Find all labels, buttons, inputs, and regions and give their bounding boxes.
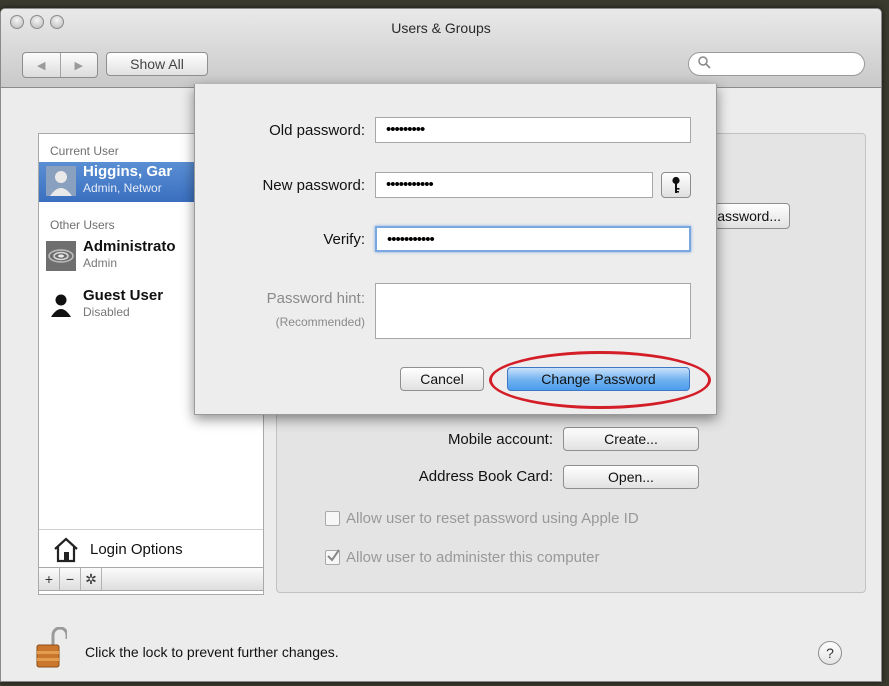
user-silhouette-icon: [46, 166, 76, 196]
back-button[interactable]: ◀: [23, 53, 61, 77]
old-password-value: •••••••••: [386, 121, 425, 138]
new-password-field[interactable]: •••••••••••: [375, 172, 653, 198]
add-user-button[interactable]: +: [39, 568, 60, 590]
show-all-button[interactable]: Show All: [106, 52, 208, 76]
administer-checkbox[interactable]: [325, 549, 340, 565]
verify-label: Verify:: [323, 231, 365, 248]
old-password-label: Old password:: [269, 122, 365, 139]
reset-apple-id-checkbox[interactable]: [325, 511, 340, 526]
user-name: Guest User: [83, 287, 164, 304]
search-icon: [698, 56, 711, 72]
highlight-annotation-ring: [489, 351, 711, 409]
reset-apple-id-label: Allow user to reset password using Apple…: [346, 510, 639, 527]
lock-instructions: Click the lock to prevent further change…: [85, 644, 339, 660]
login-options-item[interactable]: Login Options: [39, 529, 263, 570]
back-forward-control: ◀ ▶: [22, 52, 98, 78]
password-hint-field[interactable]: [375, 283, 691, 339]
administer-row[interactable]: Allow user to administer this computer: [325, 549, 599, 566]
other-users-heading: Other Users: [50, 218, 115, 232]
user-name: Higgins, Gar: [83, 163, 173, 180]
password-hint-sublabel: (Recommended): [275, 315, 365, 329]
password-assistant-key-icon[interactable]: [661, 172, 691, 198]
create-mobile-account-button[interactable]: Create...: [563, 427, 699, 451]
forward-button[interactable]: ▶: [61, 53, 98, 77]
house-icon: [53, 537, 79, 566]
user-role: Admin, Networ: [83, 181, 162, 195]
new-password-label: New password:: [262, 177, 365, 194]
user-list-toolbar: + − ✲: [38, 567, 264, 591]
new-password-value: •••••••••••: [386, 176, 434, 193]
window-title: Users & Groups: [391, 20, 491, 36]
old-password-field[interactable]: •••••••••: [375, 117, 691, 143]
verify-value: •••••••••••: [387, 231, 435, 248]
current-user-heading: Current User: [50, 144, 119, 158]
help-button[interactable]: ?: [818, 641, 842, 665]
guest-silhouette-icon: [46, 290, 76, 320]
unlocked-padlock-icon[interactable]: [35, 626, 69, 668]
checkmark-icon: [327, 549, 340, 562]
title-bar: Users & Groups ◀ ▶ Show All: [1, 9, 881, 88]
password-hint-label: Password hint:: [266, 290, 365, 307]
login-options-label: Login Options: [90, 541, 183, 558]
user-role: Disabled: [83, 305, 130, 319]
swirl-avatar-icon: [46, 241, 76, 271]
user-name: Administrato: [83, 238, 176, 255]
remove-user-button[interactable]: −: [60, 568, 81, 590]
reset-apple-id-row[interactable]: Allow user to reset password using Apple…: [325, 510, 639, 527]
verify-field[interactable]: •••••••••••: [375, 226, 691, 252]
mobile-account-label: Mobile account:: [447, 431, 553, 448]
administer-label: Allow user to administer this computer: [346, 549, 600, 566]
open-address-book-button[interactable]: Open...: [563, 465, 699, 489]
search-field[interactable]: [688, 52, 865, 76]
user-role: Admin: [83, 256, 118, 270]
address-book-label: Address Book Card:: [418, 468, 553, 485]
cancel-button[interactable]: Cancel: [400, 367, 484, 391]
gear-icon[interactable]: ✲: [81, 568, 102, 590]
